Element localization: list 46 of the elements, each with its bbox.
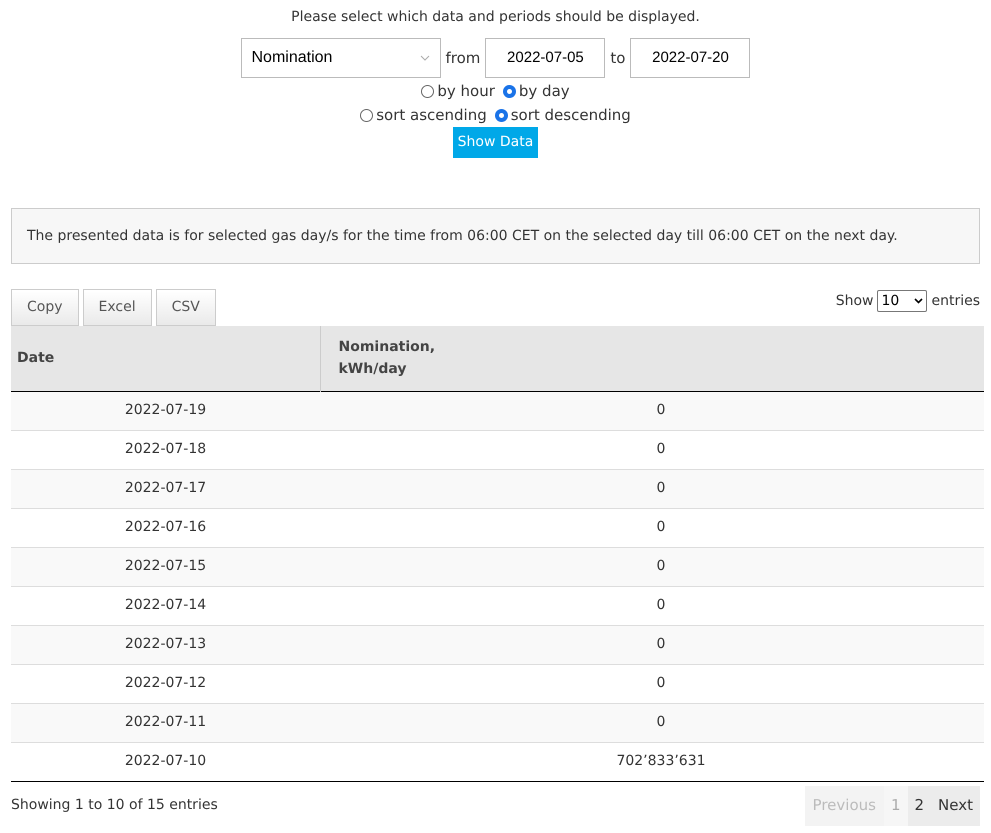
table-cell: 2022-07-10	[11, 742, 320, 781]
to-date-field[interactable]: 2022-07-20	[630, 38, 750, 78]
table-cell: 2022-07-16	[11, 508, 320, 547]
table-cell: 702’833’631	[320, 742, 984, 781]
info-text: Showing 1 to 10 of 15 entries	[11, 796, 218, 815]
radio-label: by day	[518, 80, 570, 102]
from-label: from	[446, 48, 480, 69]
radio-button[interactable]	[421, 84, 434, 98]
chevron-down-icon	[914, 298, 924, 304]
radio-button[interactable]	[502, 84, 516, 98]
table-cell: 2022-07-17	[11, 469, 320, 508]
entries-select[interactable]: 10	[877, 290, 928, 312]
export-button[interactable]: Excel	[82, 289, 152, 326]
radio-label: by hour	[437, 80, 495, 102]
to-label: to	[610, 48, 626, 69]
table-cell: 2022-07-14	[11, 586, 320, 625]
column-header[interactable]: Date	[11, 326, 320, 391]
table-cell: 0	[320, 625, 984, 664]
notice-text: The presented data is for selected gas day/s for the time from 06:00 CET on the selected day till 06:00 CET on the next day.	[27, 226, 898, 246]
table-cell: 2022-07-11	[11, 703, 320, 742]
page-link[interactable]: 2	[908, 786, 932, 826]
table-cell: 0	[320, 469, 984, 508]
export-button[interactable]: CSV	[156, 289, 216, 326]
table-cell: 0	[320, 430, 984, 469]
table-cell: 0	[320, 508, 984, 547]
table-cell: 0	[320, 703, 984, 742]
table-cell: 2022-07-15	[11, 547, 320, 586]
table-cell: 2022-07-19	[11, 391, 320, 430]
table-cell: 0	[320, 391, 984, 430]
table-cell: 0	[320, 547, 984, 586]
from-date-field[interactable]: 2022-07-05	[485, 38, 606, 78]
table-cell: 2022-07-18	[11, 430, 320, 469]
data-type-select[interactable]: Nomination	[240, 38, 440, 78]
show-label: Show	[836, 292, 874, 310]
next-link[interactable]: Next	[931, 786, 980, 826]
table-cell: 2022-07-13	[11, 625, 320, 664]
table-cell: 0	[320, 586, 984, 625]
export-button[interactable]: Copy	[11, 289, 79, 326]
radio-button[interactable]	[494, 108, 508, 122]
radio-label: sort ascending	[376, 104, 487, 126]
table-cell: 2022-07-12	[11, 664, 320, 703]
entries-label: entries	[931, 292, 980, 310]
table-cell: 0	[320, 664, 984, 703]
chevron-down-icon	[420, 55, 430, 61]
radio-label: sort descending	[510, 104, 631, 126]
radio-button[interactable]	[360, 108, 374, 122]
